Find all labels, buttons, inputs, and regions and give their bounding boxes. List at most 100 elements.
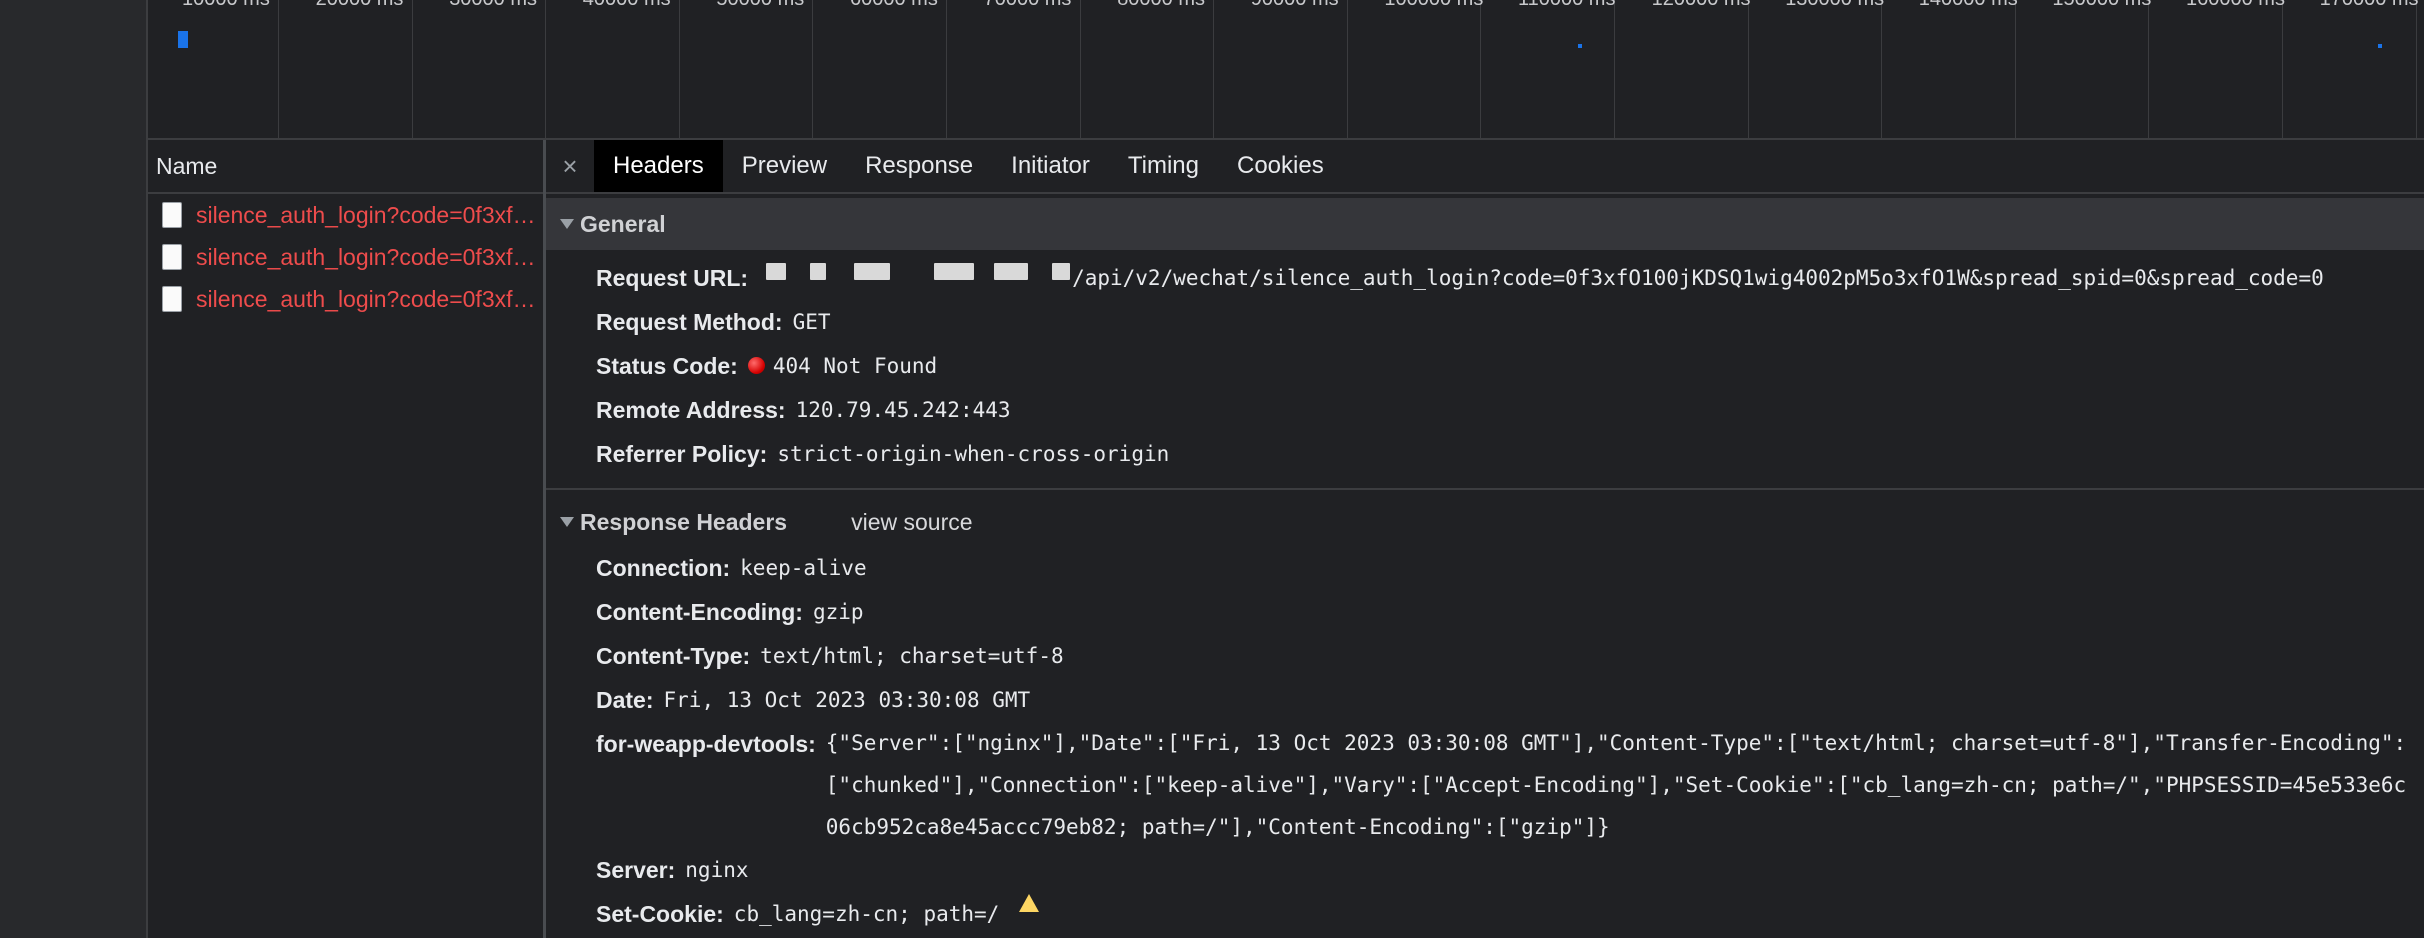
timeline-gridline [2282,0,2283,138]
request-url-value: /api/v2/wechat/silence_auth_login?code=0… [1072,266,2324,290]
header-row-content-type: Content-Type: text/html; charset=utf-8 [546,634,2424,678]
request-name: silence_auth_login?code=0f3xfO100jKDSQ1w… [196,243,536,270]
name-column-header-label: Name [156,152,218,179]
timeline-request-marker [2378,44,2382,48]
header-name: Date: [596,687,654,713]
remote-address-label: Remote Address: [596,397,786,423]
timeline-overview[interactable]: 10000 ms 20000 ms 30000 ms 40000 ms 50000 ms… [148,0,2424,140]
header-row-content-encoding: Content-Encoding: gzip [546,590,2424,634]
timeline-tick-label: 100000 ms [1384,0,1483,11]
timeline-gridline [2014,0,2016,138]
header-value: text/html; charset=utf-8 [760,644,1064,668]
header-name: for-weapp-devtools: [596,731,816,757]
header-row-server: Server: nginx [546,848,2424,892]
timeline-tick-label: 10000 ms [182,0,270,11]
header-row-connection: Connection: keep-alive [546,546,2424,590]
timeline-tick-label: 40000 ms [583,0,671,11]
timeline-tick-label: 130000 ms [1785,0,1884,11]
timeline-tick-label: 60000 ms [850,0,938,11]
header-row-date: Date: Fri, 13 Oct 2023 03:30:08 GMT [546,678,2424,722]
timeline-gridline [812,0,814,138]
header-name: Content-Encoding: [596,599,803,625]
timeline-gridline [2148,0,2150,138]
redacted-host [752,256,1071,286]
timeline-gridline [545,0,547,138]
status-error-icon [747,357,765,374]
timeline-gridline [1747,0,1749,138]
view-source-link[interactable]: view source [851,509,972,536]
timeline-gridline [2415,0,2417,138]
close-icon[interactable]: × [546,140,594,192]
referrer-policy-value: strict-origin-when-cross-origin [777,442,1170,466]
timeline-tick-label: 110000 ms [1518,0,1615,11]
timeline-gridline [946,0,947,138]
timeline-gridline [1480,0,1482,138]
remote-address-row: Remote Address: 120.79.45.242:443 [546,388,2424,432]
timeline-request-marker [178,31,188,48]
general-section-header[interactable]: General [546,198,2424,250]
request-method-row: Request Method: GET [546,300,2424,344]
tab-response[interactable]: Response [846,140,992,192]
triangle-down-icon [560,517,574,527]
remote-address-value: 120.79.45.242:443 [795,398,1011,422]
request-row[interactable]: silence_auth_login?code=0f3xfO100jKDSQ1w… [148,194,543,236]
header-value: gzip [812,600,864,624]
tab-cookies[interactable]: Cookies [1218,140,1343,192]
name-column-header[interactable]: Name [148,140,543,194]
timeline-gridline [278,0,279,138]
header-value: cb_lang=zh-cn; path=/ [733,902,1000,926]
response-headers-section-header[interactable]: Response Headers view source [546,504,2424,540]
request-method-label: Request Method: [596,309,783,335]
tab-headers[interactable]: Headers [594,140,723,192]
timeline-tick-label: 30000 ms [449,0,537,11]
section-divider [546,488,2424,490]
timeline-tick-label: 50000 ms [716,0,804,11]
timeline-gridline [678,0,680,138]
header-row-for-weapp-devtools: for-weapp-devtools: {"Server":["nginx"],… [546,722,2424,848]
request-url-row: Request URL: /api/v2/wechat/silence_auth… [546,256,2424,300]
general-section-title: General [580,210,666,237]
timeline-gridline [1079,0,1081,138]
request-row[interactable]: silence_auth_login?code=0f3xfO100jKDSQ1w… [148,278,543,320]
document-icon [162,244,182,270]
header-row-set-cookie: Set-Cookie: cb_lang=zh-cn; path=/ [546,892,2424,938]
warning-icon[interactable] [1019,894,1040,938]
timeline-tick-label: 120000 ms [1652,0,1751,11]
response-headers-title: Response Headers [580,508,788,535]
timeline-tick-label: 150000 ms [2052,0,2151,11]
request-row[interactable]: silence_auth_login?code=0f3xfO100jKDSQ1w… [148,236,543,278]
request-name: silence_auth_login?code=0f3xfO100jKDSQ1w… [196,201,536,228]
left-strip [0,0,148,938]
detail-tabs: × Headers Preview Response Initiator Tim… [546,140,2424,194]
header-value: keep-alive [740,556,867,580]
header-name: Set-Cookie: [596,901,724,927]
tab-preview[interactable]: Preview [723,140,846,192]
timeline-tick-label: 160000 ms [2186,0,2285,11]
referrer-policy-row: Referrer Policy: strict-origin-when-cros… [546,432,2424,476]
timeline-tick-label: 140000 ms [1919,0,2018,11]
timeline-tick-label: 90000 ms [1251,0,1339,11]
timeline-gridline [1346,0,1348,138]
timeline-tick-label: 20000 ms [316,0,404,11]
tab-timing[interactable]: Timing [1109,140,1218,192]
timeline-gridline [1614,0,1615,138]
timeline-tick-label: 80000 ms [1117,0,1205,11]
timeline-gridline [1213,0,1215,138]
referrer-policy-label: Referrer Policy: [596,441,768,467]
header-value: {"Server":["nginx"],"Date":["Fri, 13 Oct… [825,731,2407,839]
timeline-gridline [411,0,413,138]
timeline-tick-label: 170000 ms [2320,0,2419,11]
request-url-label: Request URL: [596,265,749,291]
status-code-value: 404 Not Found [772,354,938,378]
tab-initiator[interactable]: Initiator [992,140,1109,192]
document-icon [162,286,182,312]
header-value: nginx [685,858,749,882]
triangle-down-icon [560,219,574,229]
timeline-request-marker [1578,44,1582,48]
status-code-value-wrap: 404 Not Found [747,344,938,388]
document-icon [162,202,182,228]
header-name: Content-Type: [596,643,751,669]
status-code-row: Status Code: 404 Not Found [546,344,2424,388]
header-value: Fri, 13 Oct 2023 03:30:08 GMT [663,688,1031,712]
request-list-pane: Name silence_auth_login?code=0f3xfO100jK… [148,140,546,938]
